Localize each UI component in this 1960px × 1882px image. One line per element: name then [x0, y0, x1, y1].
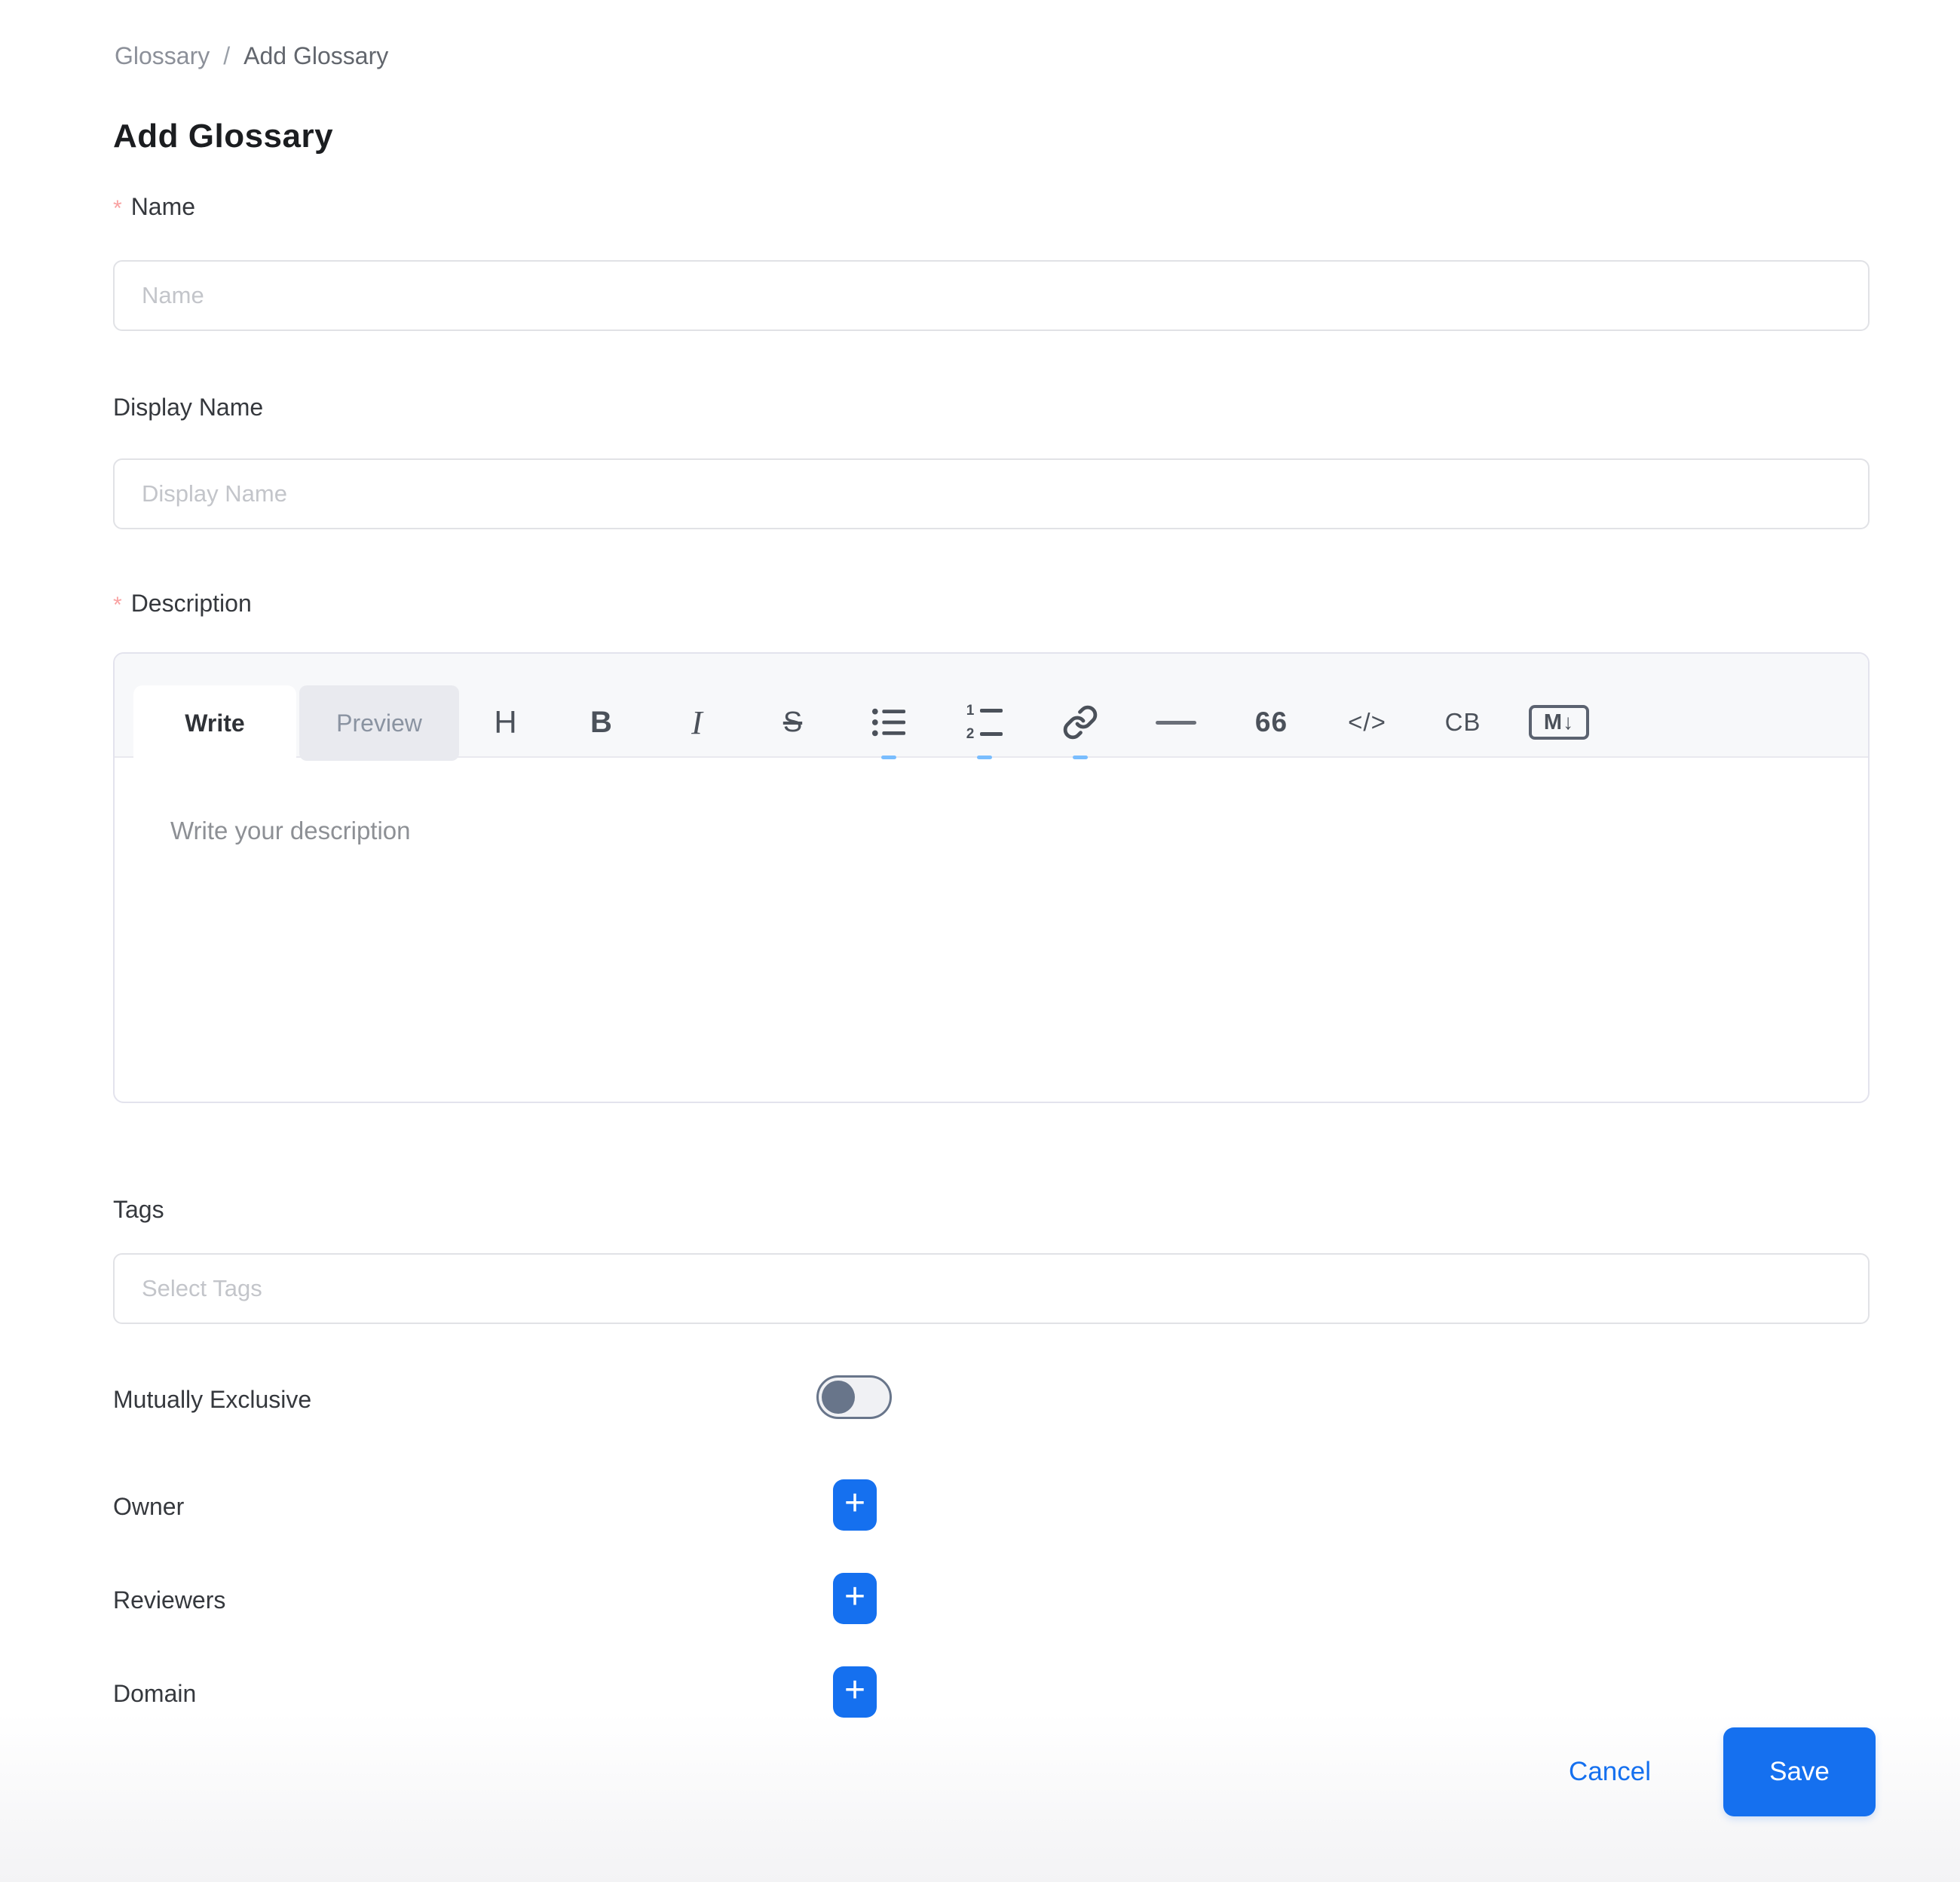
- strikethrough-icon[interactable]: S: [745, 685, 841, 759]
- description-label-text: Description: [131, 590, 252, 618]
- tags-label-text: Tags: [113, 1196, 164, 1224]
- description-editor-toolbar: Write Preview H B I S: [115, 654, 1868, 758]
- quote-icon[interactable]: 66: [1223, 685, 1319, 759]
- horizontal-rule-icon[interactable]: [1128, 685, 1223, 759]
- tags-label: Tags: [113, 1196, 164, 1224]
- name-label-text: Name: [131, 193, 195, 221]
- bold-icon[interactable]: B: [553, 685, 649, 759]
- italic-icon[interactable]: I: [649, 685, 745, 759]
- required-asterisk: *: [113, 590, 122, 618]
- tab-preview[interactable]: Preview: [299, 685, 459, 761]
- save-button[interactable]: Save: [1723, 1727, 1876, 1816]
- form-actions: Cancel Save: [1569, 1727, 1876, 1817]
- breadcrumb-separator: /: [223, 42, 230, 70]
- add-glossary-page: Glossary / Add Glossary Add Glossary * N…: [0, 0, 1960, 1882]
- code-icon[interactable]: </>: [1319, 685, 1415, 759]
- code-block-icon[interactable]: CB: [1415, 685, 1511, 759]
- markdown-icon[interactable]: M ↓: [1511, 685, 1606, 759]
- name-label: * Name: [113, 193, 195, 222]
- description-editor-body: [115, 758, 1868, 1100]
- description-textarea[interactable]: [115, 758, 1868, 1100]
- cancel-button[interactable]: Cancel: [1569, 1757, 1651, 1787]
- breadcrumb-add-glossary: Add Glossary: [243, 42, 388, 70]
- add-owner-button[interactable]: +: [833, 1479, 877, 1531]
- tags-select-input[interactable]: [113, 1253, 1870, 1324]
- link-icon[interactable]: [1032, 685, 1128, 759]
- description-editor: Write Preview H B I S: [113, 652, 1870, 1103]
- name-input[interactable]: [113, 260, 1870, 331]
- required-asterisk: *: [113, 193, 122, 222]
- display-name-label-text: Display Name: [113, 394, 263, 421]
- display-name-label: Display Name: [113, 394, 263, 421]
- toggle-knob: [822, 1381, 855, 1414]
- heading-icon[interactable]: H: [458, 685, 553, 759]
- description-label: * Description: [113, 590, 252, 618]
- unordered-list-icon[interactable]: [841, 685, 936, 759]
- ordered-list-icon[interactable]: 1 2: [936, 685, 1032, 759]
- page-title: Add Glossary: [113, 118, 333, 155]
- breadcrumb-glossary[interactable]: Glossary: [115, 42, 210, 70]
- reviewers-label: Reviewers: [113, 1586, 225, 1614]
- mutually-exclusive-toggle[interactable]: [816, 1375, 892, 1419]
- domain-label: Domain: [113, 1680, 196, 1708]
- owner-label: Owner: [113, 1493, 184, 1521]
- mutually-exclusive-label: Mutually Exclusive: [113, 1386, 311, 1414]
- add-reviewers-button[interactable]: +: [833, 1573, 877, 1624]
- display-name-input[interactable]: [113, 458, 1870, 529]
- toolbar-icons: H B I S: [458, 685, 1606, 759]
- breadcrumb: Glossary / Add Glossary: [115, 42, 388, 70]
- tab-write[interactable]: Write: [133, 685, 296, 761]
- add-domain-button[interactable]: +: [833, 1666, 877, 1718]
